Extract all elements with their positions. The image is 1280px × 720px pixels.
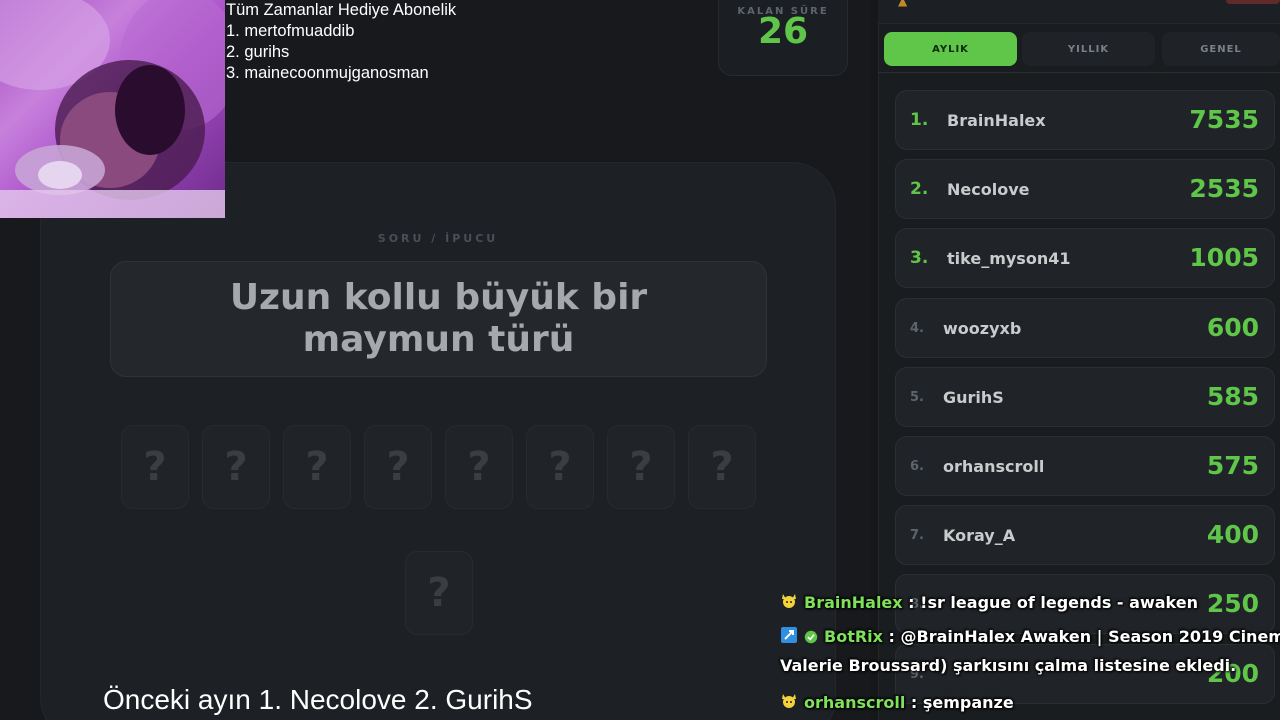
- rank: 3.: [910, 248, 929, 268]
- verified-badge-icon: [804, 630, 818, 644]
- chat-username[interactable]: BrainHalex: [804, 593, 903, 612]
- rank: 4.: [910, 321, 924, 336]
- chat-message: BotRix : @BrainHalex Awaken | Season 201…: [780, 626, 1280, 646]
- donors-title: Tüm Zamanlar Hediye Abonelik: [226, 1, 457, 19]
- divider: [878, 72, 1280, 73]
- player-score: 2535: [1189, 174, 1259, 203]
- player-name: orhanscroll: [943, 457, 1045, 476]
- chat-message: orhanscroll : şempanze: [780, 692, 1014, 712]
- letter-tile: ?: [364, 425, 432, 509]
- player-name: woozyxb: [943, 319, 1022, 338]
- pikachu-badge-icon: [782, 694, 796, 708]
- letter-tile: ?: [607, 425, 675, 509]
- rank: 5.: [910, 390, 924, 405]
- all-time-donors: Tüm Zamanlar Hediye Abonelik 1. mertofmu…: [226, 0, 526, 84]
- leaderboard-row: 7. Koray_A 400: [895, 505, 1275, 565]
- rank: 2.: [910, 179, 929, 199]
- player-name: Koray_A: [943, 526, 1016, 545]
- chat-username[interactable]: BotRix: [824, 627, 883, 646]
- player-name: Necolove: [947, 180, 1030, 199]
- donor-entry: 3. mainecoonmujganosman: [226, 64, 429, 82]
- leaderboard-row: 1. BrainHalex 7535: [895, 90, 1275, 150]
- donor-entry: 2. gurihs: [226, 43, 290, 61]
- timer-value: 26: [757, 11, 809, 52]
- trophy-icon: ▲: [898, 0, 908, 8]
- chat-text: : @BrainHalex Awaken | Season 2019 Cinem: [882, 627, 1280, 646]
- player-score: 250: [1206, 589, 1259, 618]
- letter-tile: ?: [202, 425, 270, 509]
- leaderboard-row: 3. tike_myson41 1005: [895, 228, 1275, 288]
- donor-entry: 1. mertofmuaddib: [226, 22, 355, 40]
- letter-tile: ?: [405, 551, 473, 635]
- player-score: 1005: [1189, 243, 1259, 272]
- letter-tile: ?: [526, 425, 594, 509]
- header-accent: [1226, 0, 1280, 4]
- bot-badge-icon: [781, 627, 797, 643]
- player-score: 7535: [1189, 105, 1259, 134]
- player-name: tike_myson41: [947, 249, 1071, 268]
- leaderboard-row: 4. woozyxb 600: [895, 298, 1275, 358]
- tab-yearly[interactable]: YILLIK: [1022, 32, 1155, 66]
- leaderboard-row: 2. Necolove 2535: [895, 159, 1275, 219]
- chat-text: : şempanze: [905, 693, 1014, 712]
- player-name: BrainHalex: [947, 111, 1046, 130]
- webcam-feed: [0, 0, 225, 218]
- player-score: 585: [1206, 382, 1259, 411]
- tab-all-time[interactable]: GENEL: [1162, 32, 1280, 66]
- player-name: GurihS: [943, 388, 1004, 407]
- letter-tile: ?: [688, 425, 756, 509]
- previous-month-winners: Önceki ayın 1. Necolove 2. GurihS: [103, 684, 533, 715]
- player-score: 575: [1206, 451, 1259, 480]
- webcam-image: [0, 0, 225, 218]
- question-label: SORU / İPUCU: [377, 232, 499, 245]
- chat-message-continuation: Valerie Broussard) şarkısını çalma liste…: [780, 656, 1237, 675]
- player-score: 400: [1206, 520, 1259, 549]
- letter-tile: ?: [121, 425, 189, 509]
- question-text: Uzun kollu büyük bir maymun türü: [229, 277, 648, 360]
- question-box: Uzun kollu büyük bir maymun türü: [110, 261, 767, 377]
- rank: 7.: [910, 528, 924, 543]
- chat-text: : !sr league of legends - awaken: [902, 593, 1198, 612]
- timer-box: KALAN SÜRE 26: [718, 0, 848, 76]
- tab-monthly[interactable]: AYLIK: [884, 32, 1017, 66]
- rank: 6.: [910, 459, 924, 474]
- pikachu-badge-icon: [782, 594, 796, 608]
- player-score: 600: [1206, 313, 1259, 342]
- leaderboard-header: [878, 0, 1280, 24]
- rank: 1.: [910, 110, 929, 130]
- letter-tile: ?: [283, 425, 351, 509]
- chat-message: BrainHalex : !sr league of legends - awa…: [780, 592, 1198, 612]
- letter-tile: ?: [445, 425, 513, 509]
- chat-username[interactable]: orhanscroll: [804, 693, 905, 712]
- leaderboard-row: 6. orhanscroll 575: [895, 436, 1275, 496]
- leaderboard-row: 5. GurihS 585: [895, 367, 1275, 427]
